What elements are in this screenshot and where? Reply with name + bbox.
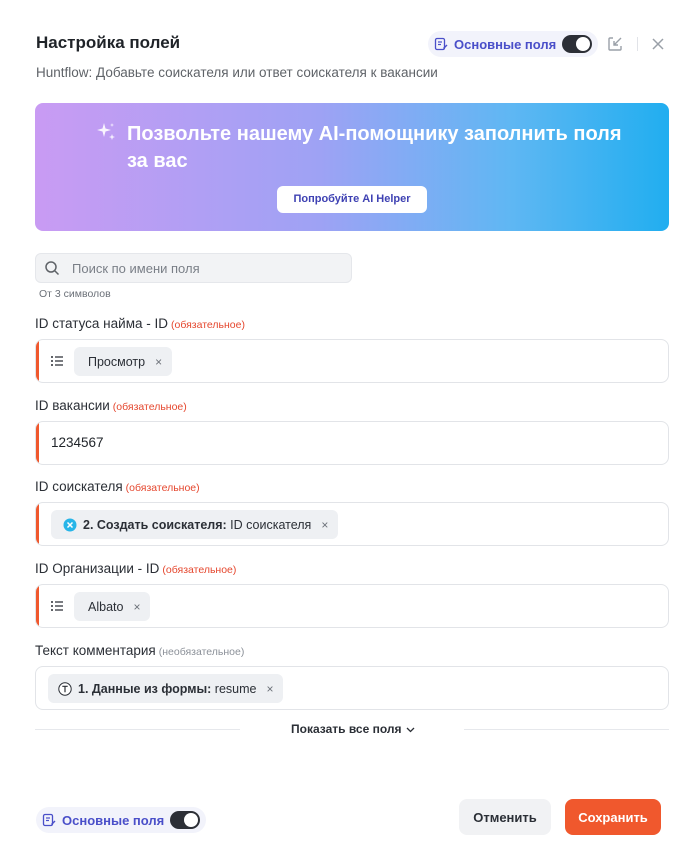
field-search — [35, 253, 352, 283]
vacancy-id-value: 1234567 — [51, 435, 104, 450]
field-label-applicant-id: ID соискателя (обязательное) — [35, 479, 200, 494]
required-tag: (обязательное) — [112, 401, 187, 413]
search-icon — [44, 260, 60, 276]
divider-left — [35, 729, 240, 730]
search-input[interactable] — [72, 254, 342, 282]
field-label-organization-id: ID Организации - ID (обязательное) — [35, 561, 237, 576]
list-icon — [50, 354, 64, 368]
chip-remove-icon[interactable]: × — [266, 682, 273, 696]
text-type-icon — [58, 681, 72, 696]
save-button[interactable]: Сохранить — [565, 799, 661, 835]
chevron-down-icon — [406, 722, 415, 736]
cancel-button[interactable]: Отменить — [459, 799, 551, 835]
ai-helper-banner: Позвольте нашему AI-помощнику заполнить … — [35, 103, 669, 231]
basic-fields-switch[interactable] — [562, 35, 593, 53]
value-chip[interactable]: Albato × — [74, 592, 151, 621]
divider-right — [464, 729, 669, 730]
basic-fields-label: Основные поля — [62, 812, 165, 828]
header-divider — [637, 37, 638, 51]
optional-tag: (необязательное) — [158, 646, 245, 658]
field-comment-text[interactable]: 1. Данные из формы: resume × — [35, 666, 669, 710]
show-all-fields-link[interactable]: Показать все поля — [291, 722, 415, 736]
close-icon[interactable] — [648, 34, 668, 54]
try-ai-helper-button[interactable]: Попробуйте AI Helper — [277, 186, 427, 213]
page-subtitle: Huntflow: Добавьте соискателя или ответ … — [36, 65, 438, 80]
basic-fields-toggle[interactable]: Основные поля — [428, 31, 599, 57]
value-chip[interactable]: 1. Данные из формы: resume × — [48, 674, 284, 703]
required-tag: (обязательное) — [162, 564, 237, 576]
value-chip[interactable]: Просмотр × — [74, 347, 173, 376]
field-label-comment-text: Текст комментария (необязательное) — [35, 643, 245, 658]
chip-remove-icon[interactable]: × — [133, 600, 140, 614]
field-hiring-status[interactable]: Просмотр × — [35, 339, 669, 383]
footer-basic-fields-toggle[interactable]: Основные поля — [36, 807, 207, 833]
chip-remove-icon[interactable]: × — [155, 355, 162, 369]
chip-remove-icon[interactable]: × — [321, 518, 328, 532]
form-edit-icon — [42, 813, 56, 827]
field-applicant-id[interactable]: 2. Создать соискателя: ID соискателя × — [35, 502, 669, 546]
search-hint: От 3 символов — [39, 288, 111, 300]
field-label-hiring-status: ID статуса найма - ID (обязательное) — [35, 316, 245, 331]
field-label-vacancy-id: ID вакансии (обязательное) — [35, 398, 187, 413]
required-tag: (обязательное) — [170, 319, 245, 331]
value-chip[interactable]: 2. Создать соискателя: ID соискателя × — [51, 510, 339, 539]
field-organization-id[interactable]: Albato × — [35, 584, 669, 628]
page-title: Настройка полей — [36, 33, 181, 52]
field-vacancy-id[interactable]: 1234567 — [35, 421, 669, 465]
form-edit-icon — [434, 37, 448, 51]
huntflow-app-icon — [63, 518, 77, 532]
collapse-icon[interactable] — [605, 34, 625, 54]
basic-fields-switch[interactable] — [170, 811, 201, 829]
sparkle-icon — [95, 121, 117, 143]
basic-fields-label: Основные поля — [454, 36, 557, 52]
required-tag: (обязательное) — [125, 482, 200, 494]
list-icon — [50, 599, 64, 613]
ai-helper-text: Позвольте нашему AI-помощнику заполнить … — [127, 123, 622, 172]
